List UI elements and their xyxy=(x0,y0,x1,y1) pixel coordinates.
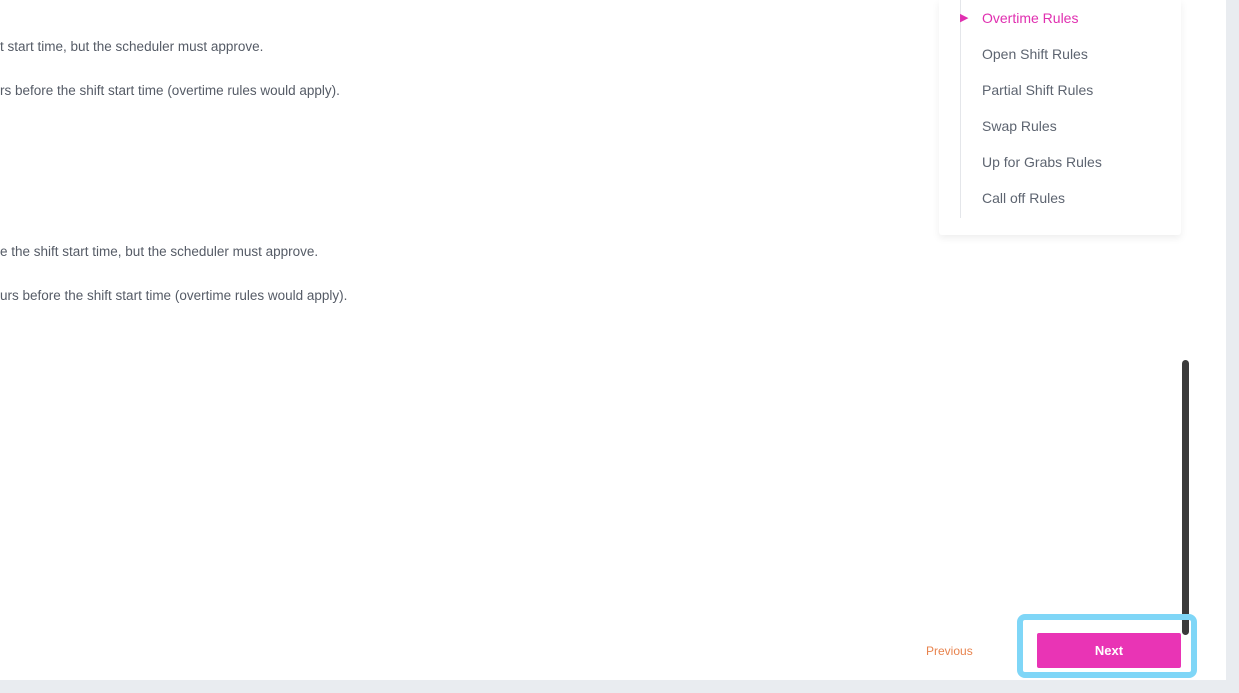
toc-item-partial-shift-rules[interactable]: Partial Shift Rules xyxy=(982,81,1093,99)
toc-item-call-off-rules[interactable]: Call off Rules xyxy=(982,189,1065,207)
article-page: t start time, but the scheduler must app… xyxy=(0,0,1226,680)
body-paragraph: t start time, but the scheduler must app… xyxy=(0,39,264,54)
body-paragraph: rs before the shift start time (overtime… xyxy=(0,83,340,98)
next-button[interactable]: Next xyxy=(1037,633,1181,668)
toc-divider xyxy=(960,0,961,218)
toc-item-open-shift-rules[interactable]: Open Shift Rules xyxy=(982,45,1088,63)
toc-item-overtime-rules[interactable]: Overtime Rules xyxy=(982,9,1078,27)
table-of-contents: ▶ Overtime Rules Open Shift Rules Partia… xyxy=(939,0,1181,235)
previous-link[interactable]: Previous xyxy=(926,642,973,660)
active-arrow-icon: ▶ xyxy=(960,12,969,24)
scrollbar-thumb[interactable] xyxy=(1182,360,1189,635)
body-paragraph: urs before the shift start time (overtim… xyxy=(0,288,348,303)
toc-item-up-for-grabs-rules[interactable]: Up for Grabs Rules xyxy=(982,153,1102,171)
toc-item-swap-rules[interactable]: Swap Rules xyxy=(982,117,1057,135)
body-paragraph: e the shift start time, but the schedule… xyxy=(0,244,319,259)
